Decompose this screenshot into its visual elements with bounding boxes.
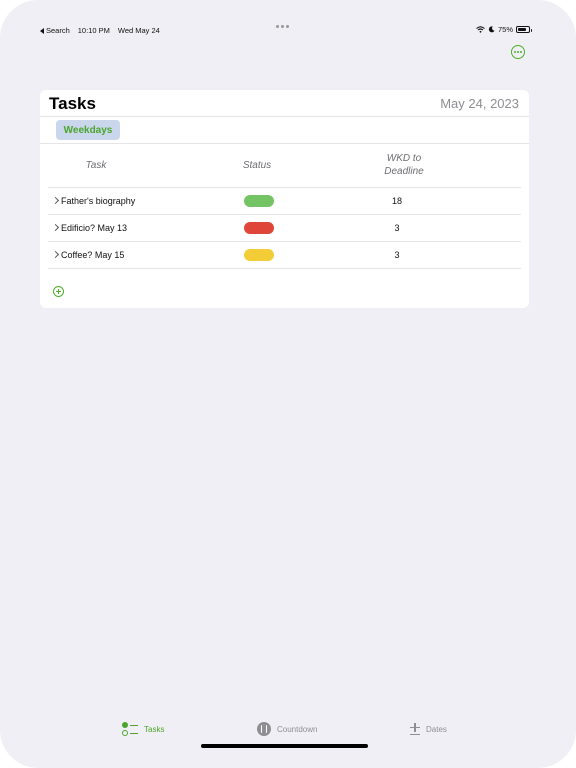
tasks-checklist-icon — [122, 721, 138, 737]
tab-label: Dates — [426, 724, 447, 734]
do-not-disturb-moon-icon — [488, 26, 495, 33]
back-to-search-link[interactable]: Search — [40, 26, 70, 35]
battery-percent: 75% — [497, 25, 513, 34]
weekdays-to-deadline: 18 — [391, 196, 402, 206]
tab-dates[interactable]: Dates — [410, 720, 447, 738]
table-header: Task Status WKD to Deadline — [48, 144, 521, 188]
status-indicator — [244, 195, 274, 207]
status-time: 10:10 PM — [77, 26, 110, 35]
column-header-status: Status — [242, 160, 272, 171]
home-indicator[interactable] — [201, 744, 368, 748]
weekdays-toggle-button[interactable]: Weekdays — [56, 120, 120, 140]
tab-countdown[interactable]: Countdown — [257, 720, 317, 738]
status-indicator — [244, 222, 274, 234]
table-row[interactable]: Edificio? May 13 3 — [48, 215, 521, 242]
task-name: Edificio? May 13 — [61, 223, 128, 233]
chevron-right-icon — [51, 223, 60, 232]
multitasking-dots-icon[interactable] — [276, 25, 289, 28]
page-title: Tasks — [49, 94, 96, 113]
column-header-task: Task — [85, 160, 107, 171]
more-options-button[interactable] — [511, 45, 525, 59]
wifi-icon — [476, 26, 485, 33]
status-indicator — [244, 249, 274, 261]
table-row[interactable]: Coffee? May 15 3 — [48, 242, 521, 269]
tasks-card: Tasks May 24, 2023 Weekdays Task Status … — [40, 90, 529, 308]
task-name: Coffee? May 15 — [61, 250, 125, 260]
current-date: May 24, 2023 — [440, 96, 519, 111]
card-header: Tasks May 24, 2023 — [40, 90, 529, 117]
mode-selector-row: Weekdays — [40, 117, 529, 144]
weekdays-to-deadline: 3 — [394, 250, 400, 260]
tab-tasks[interactable]: Tasks — [122, 720, 164, 738]
table-row[interactable]: Father's biography 18 — [48, 188, 521, 215]
weekdays-to-deadline: 3 — [394, 223, 400, 233]
tab-label: Countdown — [277, 724, 318, 734]
battery-icon — [516, 26, 532, 33]
task-name: Father's biography — [61, 196, 136, 206]
back-arrow-icon — [40, 27, 44, 34]
add-task-button[interactable] — [53, 286, 64, 297]
status-bar: Search 10:10 PM Wed May 24 75% — [0, 22, 576, 40]
app-window: Search 10:10 PM Wed May 24 75% Tasks May… — [0, 0, 576, 768]
status-date: Wed May 24 — [117, 26, 160, 35]
plus-minus-icon — [410, 722, 420, 736]
tab-label: Tasks — [144, 724, 165, 734]
back-label: Search — [46, 26, 70, 35]
column-header-wkd-to-deadline: WKD to Deadline — [384, 153, 424, 177]
chevron-right-icon — [51, 196, 60, 205]
chevron-right-icon — [51, 250, 60, 259]
countdown-timer-icon — [257, 722, 271, 736]
